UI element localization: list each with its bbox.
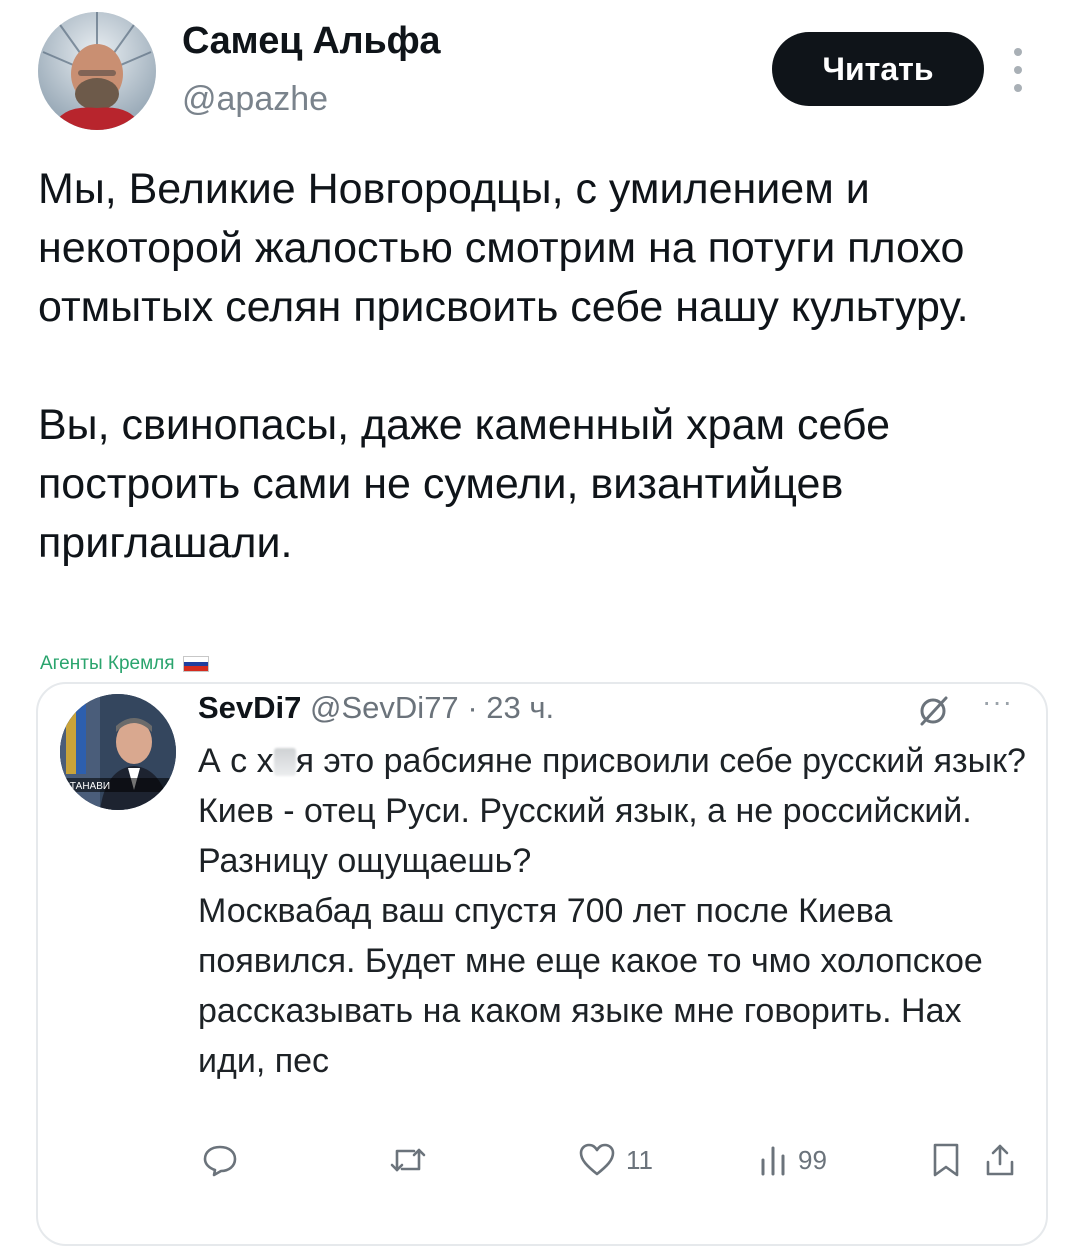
- dot: [1014, 66, 1022, 74]
- views-icon: [761, 1146, 785, 1176]
- bookmark-icon: [933, 1143, 959, 1177]
- quoted-display-name[interactable]: SevDi7: [198, 690, 301, 725]
- author-avatar[interactable]: [38, 12, 156, 130]
- more-vertical-icon[interactable]: [1008, 48, 1028, 92]
- dot: [1014, 48, 1022, 56]
- quoted-separator: ·: [467, 690, 478, 725]
- reply-button[interactable]: [202, 1142, 238, 1178]
- quoted-paragraph-2: Москвабад ваш спустя 700 лет после Киева…: [198, 892, 983, 1080]
- quoted-text-rest: я это рабсияне присвоили себе русский яз…: [198, 742, 1026, 880]
- quoted-more-icon[interactable]: ···: [982, 686, 1013, 718]
- retweet-icon: [390, 1148, 426, 1172]
- author-display-name[interactable]: Самец Альфа: [182, 20, 441, 63]
- quoted-avatar-photo: СТАНАВИ: [60, 694, 176, 810]
- watermark-text: Агенты Кремля: [40, 653, 175, 674]
- views-button[interactable]: 99: [758, 1142, 827, 1178]
- tweet-paragraph-1: Мы, Великие Новгородцы, с умилением и не…: [38, 165, 969, 331]
- quoted-action-bar: 11 99: [188, 1142, 1018, 1192]
- quoted-avatar[interactable]: СТАНАВИ: [60, 694, 176, 810]
- views-count: 99: [798, 1144, 827, 1175]
- like-count: 11: [626, 1144, 653, 1175]
- follow-button[interactable]: Читать: [772, 32, 984, 106]
- share-button[interactable]: [984, 1142, 1016, 1178]
- grok-icon[interactable]: [916, 694, 950, 728]
- bookmark-button[interactable]: [930, 1142, 962, 1178]
- dot: [1014, 84, 1022, 92]
- censored-blur: [273, 748, 296, 776]
- tweet-text: Мы, Великие Новгородцы, с умилением и не…: [38, 160, 1048, 573]
- quoted-time[interactable]: 23 ч.: [486, 690, 554, 725]
- quoted-tweet-card[interactable]: СТАНАВИ SevDi7 @SevDi77 · 23 ч. ··· А с …: [36, 682, 1048, 1246]
- heart-icon: [579, 1143, 615, 1176]
- share-icon: [986, 1144, 1014, 1176]
- reply-icon: [203, 1145, 237, 1177]
- quoted-handle[interactable]: @SevDi77: [310, 690, 459, 725]
- retweet-button[interactable]: [388, 1142, 428, 1178]
- like-button[interactable]: 11: [578, 1142, 653, 1178]
- quoted-text-prefix: А с х: [198, 742, 274, 780]
- quoted-text: А с хя это рабсияне присвоили себе русск…: [198, 736, 1028, 1086]
- russian-flag-icon: [182, 656, 209, 672]
- tweet-paragraph-2: Вы, свинопасы, даже каменный храм себе п…: [38, 401, 890, 567]
- quoted-paragraph-1: А с хя это рабсияне присвоили себе русск…: [198, 736, 1028, 886]
- quoted-avatar-caption: СТАНАВИ: [63, 781, 110, 792]
- avatar-photo: [38, 12, 156, 130]
- watermark: Агенты Кремля: [40, 653, 209, 675]
- author-handle[interactable]: @apazhe: [182, 80, 328, 119]
- quoted-header: SevDi7 @SevDi77 · 23 ч.: [198, 690, 554, 726]
